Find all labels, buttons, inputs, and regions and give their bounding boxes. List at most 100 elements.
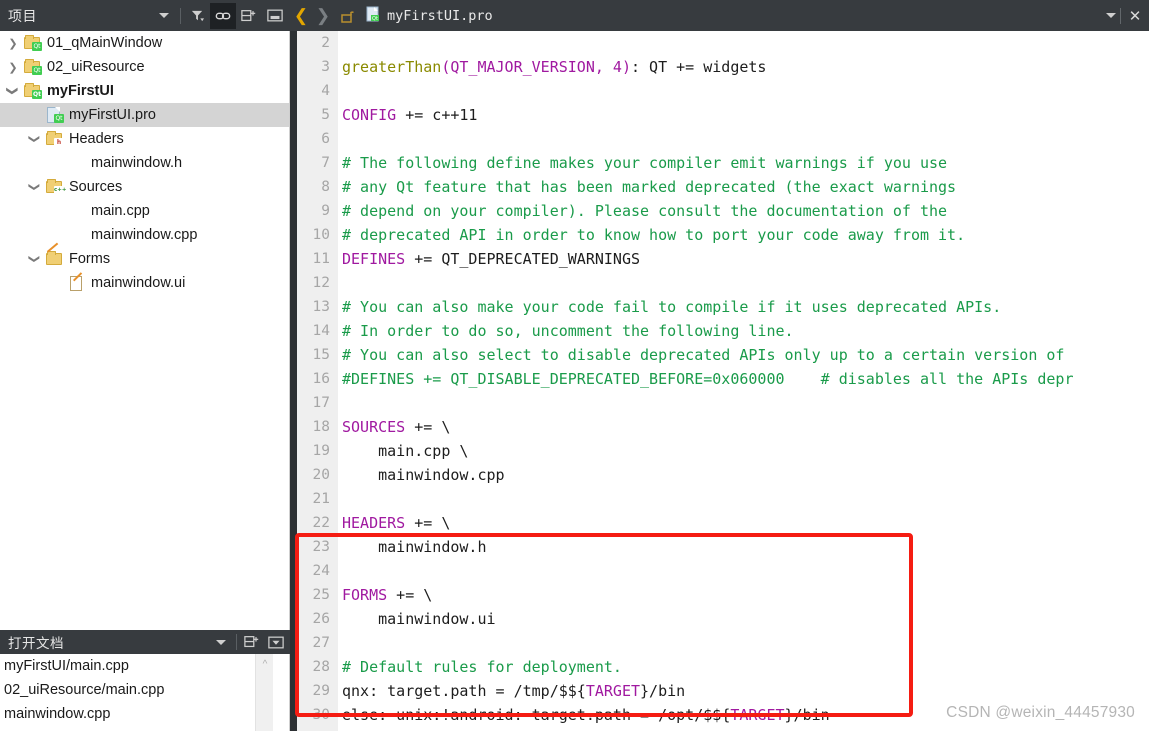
code-line[interactable]: 9# depend on your compiler). Please cons… xyxy=(297,199,1149,223)
code-token: += c++11 xyxy=(396,106,477,124)
code-line[interactable]: 24 xyxy=(297,559,1149,583)
line-text: # depend on your compiler). Please consu… xyxy=(338,199,1149,223)
tab-right-controls: ✕ xyxy=(1106,0,1145,31)
open-documents-scrollbar[interactable]: ^ xyxy=(255,654,273,731)
code-line[interactable]: 4 xyxy=(297,79,1149,103)
navigate-back-button[interactable]: ❮ xyxy=(290,0,312,31)
line-number: 12 xyxy=(297,271,338,295)
code-token: SOURCES xyxy=(342,418,405,436)
tree-item[interactable]: ❯QtmyFirstUI xyxy=(0,79,289,103)
code-token: # You can also select to disable depreca… xyxy=(342,346,1064,364)
code-line[interactable]: 10# deprecated API in order to know how … xyxy=(297,223,1149,247)
code-line[interactable]: 8# any Qt feature that has been marked d… xyxy=(297,175,1149,199)
line-number: 8 xyxy=(297,175,338,199)
split-add-icon[interactable] xyxy=(240,631,264,653)
tree-item[interactable]: ❯c++Sources xyxy=(0,175,289,199)
code-line[interactable]: 29qnx: target.path = /tmp/$${TARGET}/bin xyxy=(297,679,1149,703)
navigate-forward-button[interactable]: ❯ xyxy=(312,0,334,31)
line-text: mainwindow.ui xyxy=(338,607,1149,631)
editor-tab-filename: myFirstUI.pro xyxy=(387,8,493,24)
collapse-glyph xyxy=(267,9,283,22)
code-line[interactable]: 5CONFIG += c++11 xyxy=(297,103,1149,127)
code-token: mainwindow.cpp xyxy=(342,466,505,484)
code-line[interactable]: 23 mainwindow.h xyxy=(297,535,1149,559)
unlocked-icon[interactable] xyxy=(334,0,360,31)
filter-icon[interactable] xyxy=(184,3,210,29)
project-tree[interactable]: ❯Qt01_qMainWindow❯Qt02_uiResource❯QtmyFi… xyxy=(0,31,290,630)
open-document-item[interactable]: myFirstUI/main.cpp xyxy=(0,654,289,678)
code-line[interactable]: 15# You can also select to disable depre… xyxy=(297,343,1149,367)
tree-item[interactable]: ❯hHeaders xyxy=(0,127,289,151)
chevron-down-icon xyxy=(159,13,169,18)
chevron-right-icon[interactable]: ❯ xyxy=(4,55,22,79)
open-document-item[interactable]: 02_uiResource/main.cpp xyxy=(0,678,289,702)
code-token: # In order to do so, uncomment the follo… xyxy=(342,322,794,340)
line-number: 26 xyxy=(297,607,338,631)
code-token: += \ xyxy=(405,514,450,532)
open-document-item[interactable]: mainwindow.cpp xyxy=(0,702,289,726)
code-line[interactable]: 16#DEFINES += QT_DISABLE_DEPRECATED_BEFO… xyxy=(297,367,1149,391)
line-number: 14 xyxy=(297,319,338,343)
tab-dropdown-icon[interactable] xyxy=(1106,13,1116,18)
code-line[interactable]: 18SOURCES += \ xyxy=(297,415,1149,439)
line-number: 10 xyxy=(297,223,338,247)
code-line[interactable]: 12 xyxy=(297,271,1149,295)
code-editor[interactable]: 23greaterThan(QT_MAJOR_VERSION, 4): QT +… xyxy=(290,31,1149,731)
tree-item[interactable]: ❯Forms xyxy=(0,247,289,271)
chevron-right-icon[interactable]: ❯ xyxy=(4,31,22,55)
code-line[interactable]: 22HEADERS += \ xyxy=(297,511,1149,535)
open-documents-list[interactable]: ^ myFirstUI/main.cpp02_uiResource/main.c… xyxy=(0,654,290,731)
code-line[interactable]: 2 xyxy=(297,31,1149,55)
code-token: }/bin xyxy=(640,682,685,700)
tree-item[interactable]: ❯Qt01_qMainWindow xyxy=(0,31,289,55)
pro-file-glyph: Qt xyxy=(366,6,381,22)
code-line[interactable]: 19 main.cpp \ xyxy=(297,439,1149,463)
tree-item-label: mainwindow.h xyxy=(91,155,182,171)
split-add-icon[interactable] xyxy=(236,3,262,29)
code-line[interactable]: 27 xyxy=(297,631,1149,655)
code-line[interactable]: 3greaterThan(QT_MAJOR_VERSION, 4): QT +=… xyxy=(297,55,1149,79)
scroll-up-icon[interactable]: ^ xyxy=(256,656,274,672)
code-line[interactable]: 7# The following define makes your compi… xyxy=(297,151,1149,175)
project-view-dropdown[interactable] xyxy=(151,3,177,29)
code-line[interactable]: 17 xyxy=(297,391,1149,415)
code-token: DEFINES xyxy=(342,250,405,268)
forms-folder-icon xyxy=(44,249,64,269)
line-text: main.cpp \ xyxy=(338,439,1149,463)
code-line[interactable]: 20 mainwindow.cpp xyxy=(297,463,1149,487)
code-line[interactable]: 25FORMS += \ xyxy=(297,583,1149,607)
tree-item-label: Sources xyxy=(69,179,122,195)
link-icon[interactable] xyxy=(210,3,236,29)
line-number: 3 xyxy=(297,55,338,79)
code-line[interactable]: 13# You can also make your code fail to … xyxy=(297,295,1149,319)
collapse-panel-icon[interactable] xyxy=(262,3,288,29)
code-line[interactable]: 28# Default rules for deployment. xyxy=(297,655,1149,679)
code-token: # depend on your compiler). Please consu… xyxy=(342,202,947,220)
code-line[interactable]: 21 xyxy=(297,487,1149,511)
code-line[interactable]: 11DEFINES += QT_DEPRECATED_WARNINGS xyxy=(297,247,1149,271)
line-text: # You can also make your code fail to co… xyxy=(338,295,1149,319)
collapse-panel-icon[interactable] xyxy=(264,631,288,653)
code-line[interactable]: 14# In order to do so, uncomment the fol… xyxy=(297,319,1149,343)
tree-item[interactable]: ❯Qt02_uiResource xyxy=(0,55,289,79)
editor-tab-myfirstui-pro[interactable]: Qt myFirstUI.pro xyxy=(360,0,499,31)
editor-left-strip xyxy=(290,31,297,731)
open-documents-header: 打开文档 xyxy=(0,630,290,654)
line-text xyxy=(338,391,1149,415)
line-text: mainwindow.h xyxy=(338,535,1149,559)
code-line[interactable]: 31!isEmpty(target.path): INSTALLS += tar… xyxy=(297,727,1149,731)
code-line[interactable]: 26 mainwindow.ui xyxy=(297,607,1149,631)
tree-item[interactable]: ❯main.cpp xyxy=(0,199,289,223)
code-token: HEADERS xyxy=(342,514,405,532)
tree-item[interactable]: ❯mainwindow.h xyxy=(0,151,289,175)
qt-folder-icon: Qt xyxy=(22,57,42,77)
open-documents-dropdown[interactable] xyxy=(209,631,233,653)
close-icon[interactable]: ✕ xyxy=(1125,7,1145,25)
tree-item[interactable]: ❯mainwindow.ui xyxy=(0,271,289,295)
line-number: 9 xyxy=(297,199,338,223)
tree-item[interactable]: ❯QtmyFirstUI.pro xyxy=(0,103,289,127)
tree-item[interactable]: ❯mainwindow.cpp xyxy=(0,223,289,247)
left-dock: 项目 xyxy=(0,0,290,731)
line-text xyxy=(338,559,1149,583)
code-line[interactable]: 6 xyxy=(297,127,1149,151)
